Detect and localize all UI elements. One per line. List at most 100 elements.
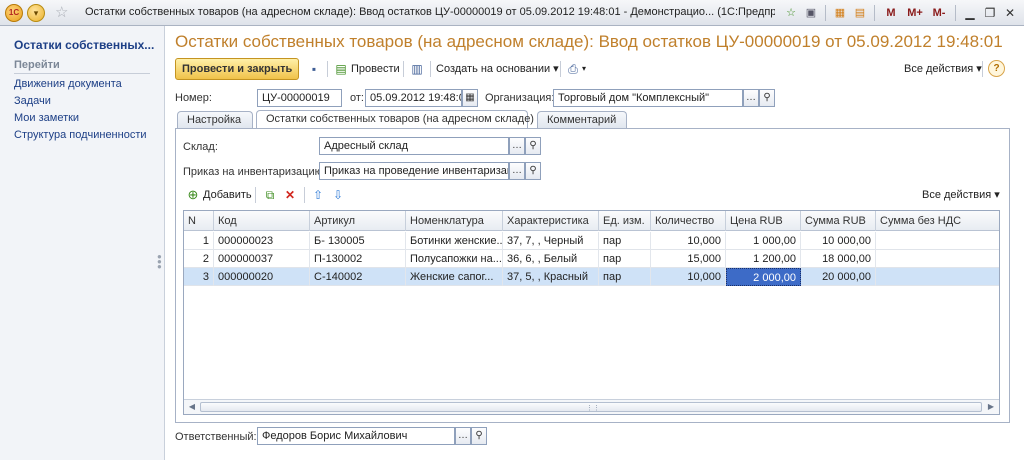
responsible-field[interactable]: Федоров Борис Михайлович	[257, 427, 455, 445]
sidebar-item-register-movements[interactable]: Движения документа	[14, 76, 147, 93]
cell-quantity[interactable]: 15,000	[651, 250, 726, 268]
cell-sum-no-vat[interactable]	[876, 268, 999, 286]
warehouse-open-icon[interactable]: ⚲	[525, 137, 541, 155]
cell-nomenclature[interactable]: Полусапожки на...	[406, 250, 503, 268]
panel-resize-grip[interactable]: ● ● ●	[157, 253, 162, 271]
table-all-actions-label: Все действия	[922, 189, 992, 201]
calendar-icon[interactable]: ▤	[851, 4, 869, 22]
table-row[interactable]: 1 000000023 Б- 130005 Ботинки женские...…	[184, 232, 999, 250]
tab-balances[interactable]: Остатки собственных товаров (на адресном…	[256, 110, 534, 130]
save-icon[interactable]: ▪	[306, 61, 322, 77]
sidebar-item-tasks[interactable]: Задачи	[14, 93, 147, 110]
add-row-button[interactable]: Добавить	[203, 184, 252, 206]
horizontal-scrollbar[interactable]: ◀ ⋮⋮ ▶	[184, 399, 999, 414]
memory-plus-button[interactable]: M+	[904, 4, 926, 22]
cell-unit[interactable]: пар	[599, 232, 651, 250]
inventory-order-select-button[interactable]: …	[509, 162, 525, 180]
organization-select-button[interactable]: …	[743, 89, 759, 107]
restore-icon[interactable]: ❐	[981, 4, 999, 22]
print-dropdown-icon[interactable]: ▾	[582, 58, 586, 80]
cell-price[interactable]: 1 200,00	[726, 250, 801, 268]
cell-sum-no-vat[interactable]	[876, 232, 999, 250]
column-header-code[interactable]: Код	[214, 211, 310, 231]
move-down-icon[interactable]: ⇩	[330, 187, 346, 203]
cell-article[interactable]: С-140002	[310, 268, 406, 286]
add-icon[interactable]: ⊕	[185, 187, 201, 203]
responsible-open-icon[interactable]: ⚲	[471, 427, 487, 445]
column-header-article[interactable]: Артикул	[310, 211, 406, 231]
cell-sum-no-vat[interactable]	[876, 250, 999, 268]
main-menu-icon[interactable]: ▾	[27, 4, 45, 22]
cell-code[interactable]: 000000037	[214, 250, 310, 268]
memory-m-button[interactable]: M	[880, 4, 902, 22]
column-header-sum-no-vat[interactable]: Сумма без НДС	[876, 211, 999, 231]
copy-row-icon[interactable]: ⧉	[262, 187, 278, 203]
post-button[interactable]: Провести	[351, 58, 400, 80]
table-row[interactable]: 2 000000037 П-130002 Полусапожки на... 3…	[184, 250, 999, 268]
cell-nomenclature[interactable]: Женские сапог...	[406, 268, 503, 286]
move-up-icon[interactable]: ⇧	[310, 187, 326, 203]
memory-minus-button[interactable]: M-	[928, 4, 950, 22]
cell-characteristic[interactable]: 37, 5, , Красный	[503, 268, 599, 286]
add-favorite-icon[interactable]: ☆	[782, 4, 800, 22]
help-icon[interactable]: ?	[988, 60, 1005, 77]
column-header-nomenclature[interactable]: Номенклатура	[406, 211, 503, 231]
register-icon[interactable]: ▥	[409, 61, 425, 77]
table-all-actions-button[interactable]: Все действия ▾	[922, 184, 1000, 206]
cell-sum[interactable]: 20 000,00	[801, 268, 876, 286]
cell-sum[interactable]: 18 000,00	[801, 250, 876, 268]
cell-code[interactable]: 000000023	[214, 232, 310, 250]
calendar-picker-icon[interactable]: ▦	[462, 89, 478, 107]
cell-sum[interactable]: 10 000,00	[801, 232, 876, 250]
scroll-left-icon[interactable]: ◀	[185, 401, 199, 413]
sidebar-item-structure[interactable]: Структура подчиненности	[14, 127, 147, 144]
organization-field[interactable]: Торговый дом "Комплексный"	[553, 89, 743, 107]
warehouse-field[interactable]: Адресный склад	[319, 137, 509, 155]
responsible-select-button[interactable]: …	[455, 427, 471, 445]
cell-code[interactable]: 000000020	[214, 268, 310, 286]
create-based-on-button[interactable]: Создать на основании ▾	[436, 58, 559, 80]
inventory-order-open-icon[interactable]: ⚲	[525, 162, 541, 180]
cell-price-current[interactable]: 2 000,00	[726, 268, 801, 286]
cell-characteristic[interactable]: 36, 6, , Белый	[503, 250, 599, 268]
scroll-right-icon[interactable]: ▶	[984, 401, 998, 413]
sidebar-title[interactable]: Остатки собственных...	[14, 38, 154, 52]
column-header-sum[interactable]: Сумма RUB	[801, 211, 876, 231]
tab-comment[interactable]: Комментарий	[537, 111, 627, 129]
titlebar-separator	[825, 5, 826, 21]
column-header-quantity[interactable]: Количество	[651, 211, 726, 231]
post-and-close-button[interactable]: Провести и закрыть	[175, 58, 300, 80]
column-header-n[interactable]: N	[184, 211, 214, 231]
inventory-order-field[interactable]: Приказ на проведение инвентаризации	[319, 162, 509, 180]
balances-table[interactable]: N Код Артикул Номенклатура Характеристик…	[183, 210, 1000, 415]
history-icon[interactable]: ▣	[802, 4, 820, 22]
table-row-selected[interactable]: 3 000000020 С-140002 Женские сапог... 37…	[184, 268, 999, 286]
cell-unit[interactable]: пар	[599, 268, 651, 286]
sidebar-item-notes[interactable]: Мои заметки	[14, 110, 147, 127]
organization-open-icon[interactable]: ⚲	[759, 89, 775, 107]
cell-nomenclature[interactable]: Ботинки женские...	[406, 232, 503, 250]
date-field[interactable]: 05.09.2012 19:48:01	[365, 89, 462, 107]
cell-unit[interactable]: пар	[599, 250, 651, 268]
column-header-price[interactable]: Цена RUB	[726, 211, 801, 231]
all-actions-button[interactable]: Все действия ▾	[904, 58, 982, 80]
cell-characteristic[interactable]: 37, 7, , Черный	[503, 232, 599, 250]
print-icon[interactable]: ⎙	[565, 61, 581, 77]
cell-price[interactable]: 1 000,00	[726, 232, 801, 250]
cell-quantity[interactable]: 10,000	[651, 268, 726, 286]
close-icon[interactable]: ✕	[1001, 4, 1019, 22]
warehouse-select-button[interactable]: …	[509, 137, 525, 155]
cell-article[interactable]: П-130002	[310, 250, 406, 268]
delete-row-icon[interactable]: ✕	[282, 187, 298, 203]
column-header-unit[interactable]: Ед. изм.	[599, 211, 651, 231]
app-logo-icon[interactable]: 1С	[5, 4, 23, 22]
minimize-icon[interactable]: ▁	[961, 4, 979, 22]
calculator-icon[interactable]: ▦	[831, 4, 849, 22]
number-field[interactable]: ЦУ-00000019	[257, 89, 342, 107]
cell-article[interactable]: Б- 130005	[310, 232, 406, 250]
favorite-star-icon[interactable]: ☆	[55, 3, 68, 21]
column-header-characteristic[interactable]: Характеристика	[503, 211, 599, 231]
tab-settings[interactable]: Настройка	[177, 111, 253, 129]
cell-quantity[interactable]: 10,000	[651, 232, 726, 250]
scroll-thumb[interactable]: ⋮⋮	[200, 402, 982, 412]
